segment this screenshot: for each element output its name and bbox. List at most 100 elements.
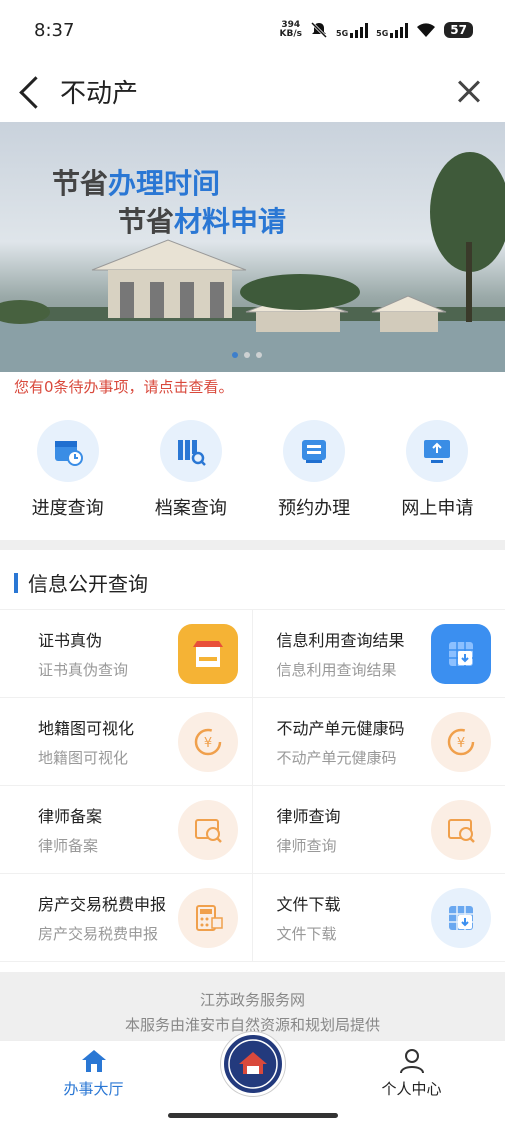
page-title: 不动产 (60, 78, 139, 109)
service-certificate-verify[interactable]: 证书真伪证书真伪查询 (0, 610, 253, 698)
cell-text: 文件下载 文件下载 (277, 891, 341, 944)
nav-left: 不动产 (16, 71, 138, 111)
service-tax-declaration[interactable]: 房产交易税费申报 房产交易税费申报 (0, 874, 253, 962)
network-speed-unit: KB/s (279, 29, 303, 39)
back-arrow-icon[interactable] (16, 71, 46, 111)
cell-subtitle: 地籍图可视化 (38, 749, 129, 767)
nav-bar: 不动产 (0, 60, 505, 122)
signal-1-label: 5G (336, 29, 349, 38)
banner[interactable]: 节省办理时间 节省材料申请 (0, 122, 505, 372)
logo-emblem-icon (227, 1039, 278, 1089)
carousel-dot[interactable] (256, 352, 262, 358)
service-cadastral-map[interactable]: 地籍图可视化 地籍图可视化 ¥ (0, 698, 253, 786)
cell-subtitle: 律师查询 (276, 837, 337, 855)
cell-title: 信息利用查询结果 (276, 631, 405, 650)
network-speed: 394 KB/s (280, 21, 302, 39)
carousel-dot[interactable] (232, 352, 238, 358)
user-icon (399, 1048, 424, 1073)
yen-cycle-icon: ¥ (177, 711, 238, 772)
cell-title: 地籍图可视化 (38, 719, 135, 738)
footer-line-1: 江苏政务服务网 (199, 991, 305, 1009)
yen-cycle-icon: ¥ (431, 711, 491, 772)
calendar-clock-icon (36, 420, 99, 482)
cell-title: 律师备案 (38, 807, 103, 826)
cell-subtitle: 证书真伪查询 (38, 661, 129, 679)
wifi-icon (417, 23, 436, 37)
quick-label: 档案查询 (154, 498, 227, 519)
cell-title: 房产交易税费申报 (38, 895, 167, 914)
signal-2: 5G (376, 22, 409, 38)
ems-search-icon (177, 799, 238, 860)
cell-subtitle: 房产交易税费申报 (38, 925, 159, 943)
shop-icon (177, 623, 238, 684)
quick-label: 网上申请 (401, 498, 474, 519)
cell-title: 证书真伪 (38, 631, 103, 650)
service-lawyer-record[interactable]: 律师备案 律师备案 (0, 786, 253, 874)
banner-line1-b: 办理时间 (108, 167, 221, 200)
banner-line2-b: 材料申请 (174, 205, 287, 238)
quick-actions: 进度查询 档案查询 预约办理 网上申请 (0, 406, 505, 550)
signal-1: 5G (336, 22, 369, 38)
todo-notice[interactable]: 您有0条待办事项，请点击查看。 (0, 372, 505, 406)
service-unit-health-code[interactable]: 不动产单元健康码 不动产单元健康码 ¥ (252, 698, 505, 786)
cell-text: 房产交易税费申报 房产交易税费申报 (38, 891, 166, 944)
cell-text: 律师查询 律师查询 (277, 803, 341, 856)
service-lawyer-query[interactable]: 律师查询 律师查询 (252, 786, 505, 874)
cell-subtitle: 信息利用查询结果 (276, 661, 397, 679)
home-indicator[interactable] (168, 1113, 338, 1118)
tab-service-hall[interactable]: 办事大厅 (34, 1048, 154, 1099)
close-icon[interactable] (449, 71, 489, 111)
signal-bars-icon (350, 22, 369, 38)
quick-label: 进度查询 (31, 498, 104, 519)
tax-calculator-icon (177, 887, 238, 948)
cell-title: 不动产单元健康码 (276, 719, 405, 738)
tab-personal-center[interactable]: 个人中心 (352, 1048, 472, 1099)
banner-line-1: 节省办理时间 (52, 162, 220, 202)
banner-line1-a: 节省 (52, 167, 109, 200)
quick-appointment[interactable]: 预约办理 (255, 420, 373, 520)
cell-title: 律师查询 (276, 807, 341, 826)
section-header: 信息公开查询 (0, 550, 505, 609)
cell-text: 证书真伪证书真伪查询 (38, 627, 128, 680)
mute-bell-icon (310, 21, 328, 39)
banner-line2-a: 节省 (118, 205, 175, 238)
quick-label: 预约办理 (278, 498, 351, 519)
svg-text:¥: ¥ (203, 736, 211, 751)
quick-online-apply[interactable]: 网上申请 (378, 420, 496, 520)
tab-label: 办事大厅 (63, 1079, 124, 1098)
table-download-icon (431, 623, 491, 684)
quick-archive-query[interactable]: 档案查询 (132, 420, 250, 520)
cell-text: 地籍图可视化 地籍图可视化 (38, 715, 134, 768)
svg-text:¥: ¥ (457, 736, 465, 751)
service-file-download[interactable]: 文件下载 文件下载 (252, 874, 505, 962)
quick-progress-query[interactable]: 进度查询 (9, 420, 127, 520)
cell-text: 信息利用查询结果 信息利用查询结果 (277, 627, 405, 680)
status-time: 8:37 (34, 19, 75, 41)
home-icon (81, 1049, 106, 1072)
table-download-icon (431, 887, 491, 948)
battery-indicator: 57 (444, 22, 473, 38)
archive-search-icon (159, 420, 222, 482)
carousel-dots (232, 352, 262, 358)
tab-bar: 办事大厅 个人中心 (0, 1032, 505, 1105)
cell-subtitle: 文件下载 (276, 925, 337, 943)
section-title: 信息公开查询 (28, 572, 148, 596)
cell-subtitle: 律师备案 (38, 837, 99, 855)
cell-subtitle: 不动产单元健康码 (276, 749, 397, 767)
computer-upload-icon (406, 420, 469, 482)
cell-title: 文件下载 (276, 895, 341, 914)
banner-line-2: 节省材料申请 (118, 200, 286, 240)
signal-bars-icon (390, 22, 409, 38)
carousel-dot[interactable] (244, 352, 250, 358)
banner-scenery (0, 152, 505, 372)
service-info-query-result[interactable]: 信息利用查询结果 信息利用查询结果 (252, 610, 505, 698)
section-accent-bar (14, 572, 18, 593)
service-grid: 证书真伪证书真伪查询 信息利用查询结果 信息利用查询结果 地籍图可视化 地籍图可视化… (0, 609, 505, 962)
status-icons: 394 KB/s 5G 5G 57 (280, 21, 473, 39)
tab-label: 个人中心 (381, 1079, 442, 1098)
signal-2-label: 5G (376, 29, 389, 38)
status-bar: 8:37 394 KB/s 5G 5G 57 (0, 0, 505, 60)
real-estate-logo[interactable] (220, 1032, 285, 1096)
cell-text: 不动产单元健康码 不动产单元健康码 (277, 715, 405, 768)
ems-search-icon (431, 799, 491, 860)
